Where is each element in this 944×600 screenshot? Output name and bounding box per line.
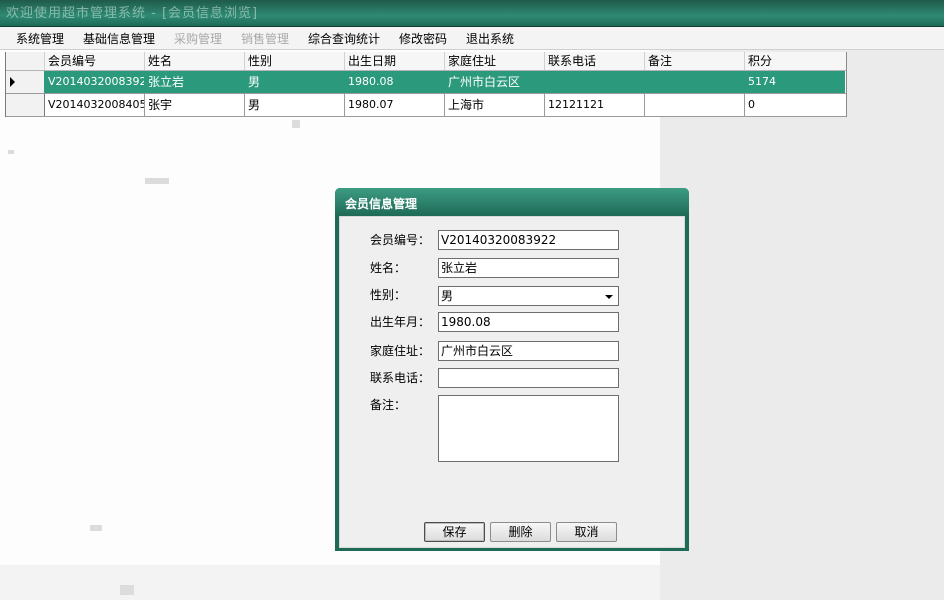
background-artifact xyxy=(145,178,169,184)
dialog-body: 会员编号： V20140320083922 姓名： 张立岩 性别： 男 出生年月… xyxy=(339,216,685,548)
cancel-button[interactable]: 取消 xyxy=(556,522,617,542)
column-header-address[interactable]: 家庭住址 xyxy=(445,52,545,70)
cell-name[interactable]: 张立岩 xyxy=(145,71,245,93)
cell-gender[interactable]: 男 xyxy=(245,71,345,93)
member-grid[interactable]: 会员编号 姓名 性别 出生日期 家庭住址 联系电话 备注 积分 V2014032… xyxy=(5,52,847,117)
column-header-birth-date[interactable]: 出生日期 xyxy=(345,52,445,70)
column-header-points[interactable]: 积分 xyxy=(745,52,845,70)
cell-name[interactable]: 张宇 xyxy=(145,94,245,116)
bottom-background xyxy=(0,565,660,600)
menu-bar: 系统管理 基础信息管理 采购管理 销售管理 综合查询统计 修改密码 退出系统 xyxy=(0,27,944,50)
address-field[interactable]: 广州市白云区 xyxy=(438,341,619,361)
member-id-label: 会员编号： xyxy=(370,233,431,247)
cell-member-id[interactable]: V20140320083922 xyxy=(45,71,145,93)
address-label: 家庭住址： xyxy=(370,344,431,358)
table-row[interactable]: V20140320084056 张宇 男 1980.07 上海市 1212112… xyxy=(6,94,846,117)
row-header[interactable] xyxy=(6,94,45,116)
menu-purchase[interactable]: 采购管理 xyxy=(174,30,222,47)
column-header-gender[interactable]: 性别 xyxy=(245,52,345,70)
grid-corner xyxy=(6,52,45,70)
cell-address[interactable]: 广州市白云区 xyxy=(445,71,545,93)
menu-exit[interactable]: 退出系统 xyxy=(466,30,514,47)
birth-field[interactable]: 1980.08 xyxy=(438,312,619,332)
chevron-down-icon[interactable] xyxy=(605,295,613,299)
gender-select-value: 男 xyxy=(441,289,454,303)
column-header-phone[interactable]: 联系电话 xyxy=(545,52,645,70)
phone-field[interactable] xyxy=(438,368,619,388)
background-artifact xyxy=(292,120,300,128)
cell-points[interactable]: 5174 xyxy=(745,71,845,93)
background-artifact xyxy=(8,150,14,154)
dialog-titlebar[interactable]: 会员信息管理 xyxy=(335,188,689,216)
cell-remark[interactable] xyxy=(645,71,745,93)
name-field[interactable]: 张立岩 xyxy=(438,258,619,278)
column-header-member-id[interactable]: 会员编号 xyxy=(45,52,145,70)
cell-phone[interactable]: 12121121 xyxy=(545,94,645,116)
cell-address[interactable]: 上海市 xyxy=(445,94,545,116)
window-titlebar: 欢迎使用超市管理系统 - [会员信息浏览] xyxy=(0,0,944,27)
member-id-field[interactable]: V20140320083922 xyxy=(438,230,619,250)
delete-button[interactable]: 删除 xyxy=(490,522,551,542)
table-row[interactable]: V20140320083922 张立岩 男 1980.08 广州市白云区 517… xyxy=(6,71,846,94)
menu-change-password[interactable]: 修改密码 xyxy=(399,30,447,47)
cell-points[interactable]: 0 xyxy=(745,94,845,116)
remark-textarea[interactable] xyxy=(438,395,619,462)
cell-member-id[interactable]: V20140320084056 xyxy=(45,94,145,116)
menu-basic-info[interactable]: 基础信息管理 xyxy=(83,30,155,47)
background-artifact xyxy=(120,585,134,595)
cell-remark[interactable] xyxy=(645,94,745,116)
menu-sales[interactable]: 销售管理 xyxy=(241,30,289,47)
birth-label: 出生年月： xyxy=(370,315,431,329)
phone-label: 联系电话： xyxy=(370,371,431,385)
window-title: 欢迎使用超市管理系统 - [会员信息浏览] xyxy=(6,6,259,21)
right-background xyxy=(660,50,944,600)
current-row-arrow-icon xyxy=(10,77,15,87)
name-label: 姓名： xyxy=(370,261,407,275)
grid-header-row: 会员编号 姓名 性别 出生日期 家庭住址 联系电话 备注 积分 xyxy=(6,52,846,71)
column-header-remark[interactable]: 备注 xyxy=(645,52,745,70)
cell-gender[interactable]: 男 xyxy=(245,94,345,116)
column-header-name[interactable]: 姓名 xyxy=(145,52,245,70)
menu-query-stats[interactable]: 综合查询统计 xyxy=(308,30,380,47)
gender-select[interactable]: 男 xyxy=(438,286,619,306)
background-artifact xyxy=(90,525,102,531)
member-info-dialog: 会员信息管理 会员编号： V20140320083922 姓名： 张立岩 性别：… xyxy=(335,188,689,551)
cell-birth-date[interactable]: 1980.08 xyxy=(345,71,445,93)
cell-phone[interactable] xyxy=(545,71,645,93)
cell-birth-date[interactable]: 1980.07 xyxy=(345,94,445,116)
save-button[interactable]: 保存 xyxy=(424,522,485,542)
menu-system[interactable]: 系统管理 xyxy=(16,30,64,47)
dialog-title: 会员信息管理 xyxy=(345,197,418,211)
remark-label: 备注： xyxy=(370,398,407,412)
gender-label: 性别： xyxy=(370,288,407,302)
row-header[interactable] xyxy=(6,71,45,93)
